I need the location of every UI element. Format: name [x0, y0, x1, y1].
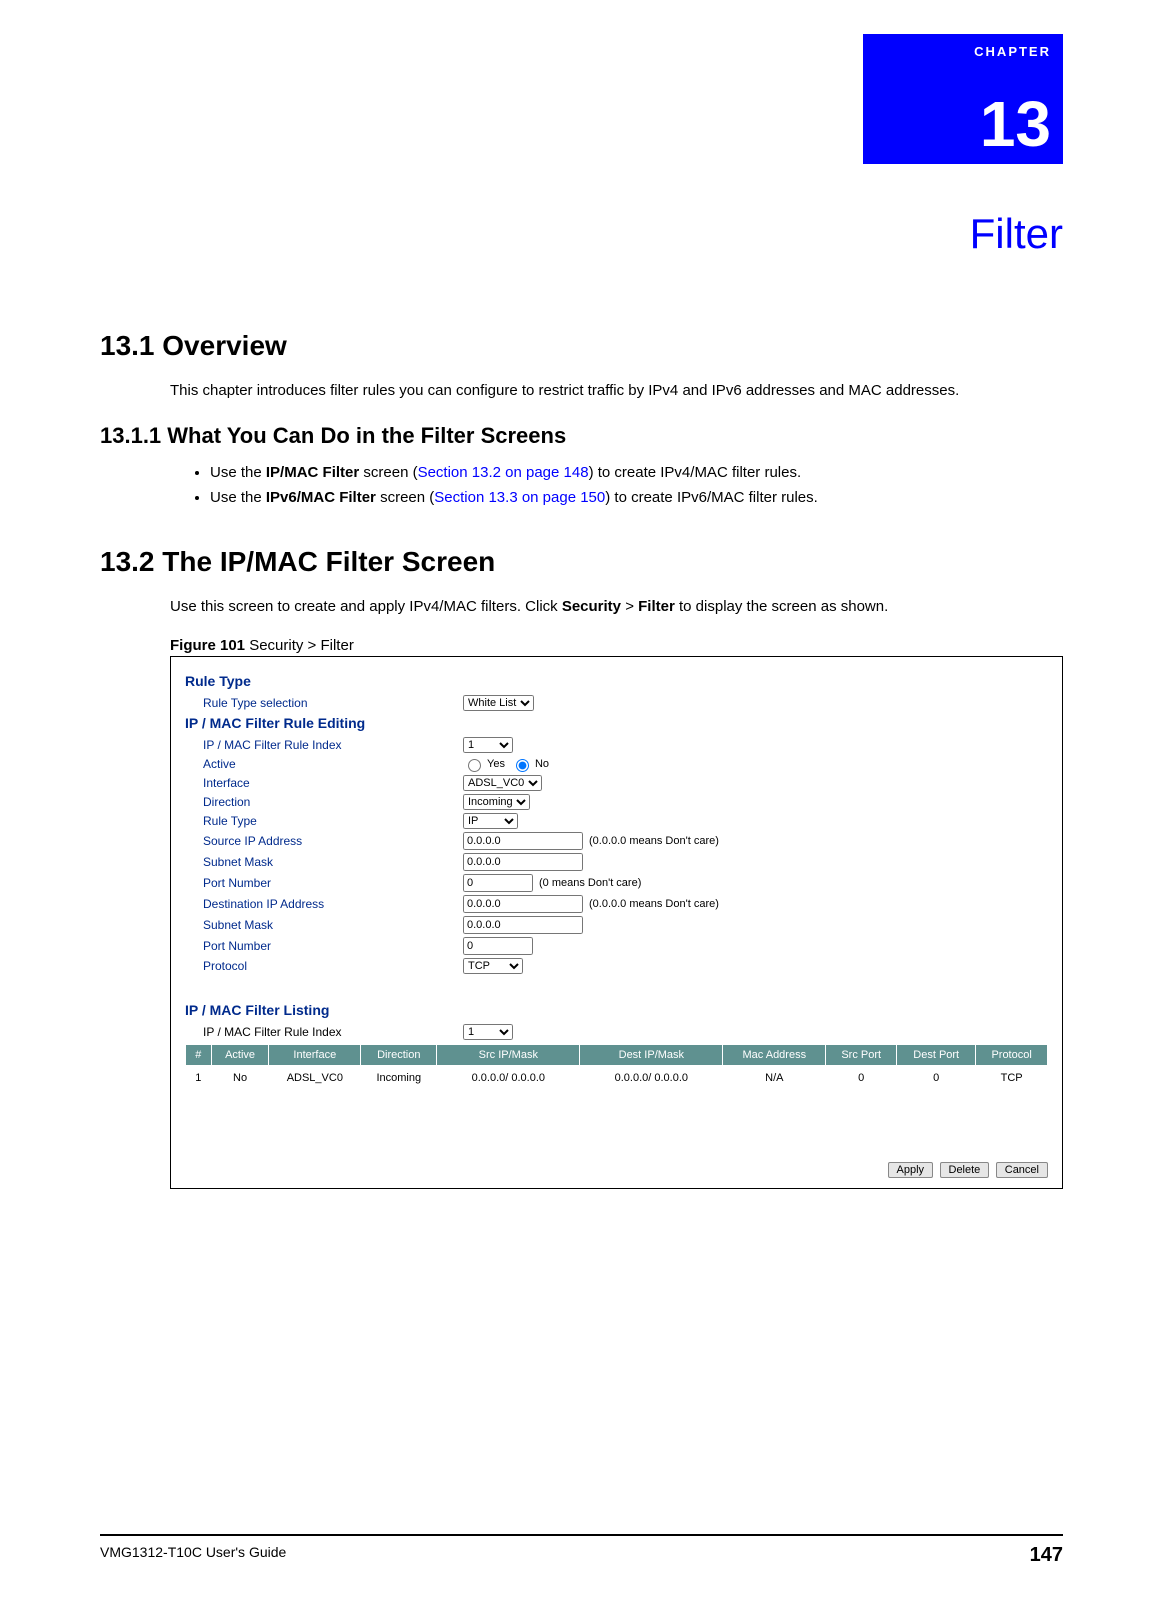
subnet2-input[interactable] [463, 916, 583, 934]
port2-input[interactable] [463, 937, 533, 955]
col-protocol: Protocol [976, 1045, 1048, 1066]
listing-section-header: IP / MAC Filter Listing [185, 1002, 1048, 1018]
col-dest-port: Dest Port [897, 1045, 976, 1066]
port1-hint: (0 means Don't care) [539, 877, 641, 889]
table-row: 1 No ADSL_VC0 Incoming 0.0.0.0/ 0.0.0.0 … [186, 1066, 1048, 1091]
col-mac: Mac Address [723, 1045, 826, 1066]
bullet-list: Use the IP/MAC Filter screen (Section 13… [170, 464, 1063, 506]
section-13.1-heading: 13.1 Overview [100, 330, 1063, 362]
col-src-port: Src Port [826, 1045, 897, 1066]
rule-type-label: Rule Type [185, 814, 463, 828]
dst-ip-label: Destination IP Address [185, 897, 463, 911]
table-header-row: # Active Interface Direction Src IP/Mask… [186, 1045, 1048, 1066]
rule-type-section-header: Rule Type [185, 673, 1048, 689]
subnet1-label: Subnet Mask [185, 855, 463, 869]
chapter-number: 13 [980, 92, 1051, 156]
direction-dropdown[interactable]: Incoming [463, 794, 530, 810]
dst-ip-input[interactable] [463, 895, 583, 913]
active-no-radio[interactable] [516, 759, 529, 772]
col-num: # [186, 1045, 212, 1066]
active-label: Active [185, 757, 463, 771]
button-row: Apply Delete Cancel [185, 1160, 1048, 1178]
protocol-dropdown[interactable]: TCP [463, 958, 523, 974]
listing-index-dropdown[interactable]: 1 [463, 1024, 513, 1040]
rule-type-dropdown[interactable]: IP [463, 813, 518, 829]
page-content: 13.1 Overview This chapter introduces fi… [100, 330, 1063, 1189]
subnet2-label: Subnet Mask [185, 918, 463, 932]
apply-button[interactable]: Apply [888, 1162, 934, 1178]
delete-button[interactable]: Delete [940, 1162, 990, 1178]
figure-101-caption: Figure 101 Security > Filter [170, 637, 1063, 654]
subnet1-input[interactable] [463, 853, 583, 871]
chapter-label: CHAPTER [974, 44, 1051, 59]
bullet-1: Use the IP/MAC Filter screen (Section 13… [210, 464, 1063, 481]
bullet-2: Use the IPv6/MAC Filter screen (Section … [210, 489, 1063, 506]
section-13.1.1-heading: 13.1.1 What You Can Do in the Filter Scr… [100, 423, 1063, 449]
footer-guide-name: VMG1312-T10C User's Guide [100, 1544, 286, 1567]
section-13.1-p1: This chapter introduces filter rules you… [170, 380, 1063, 401]
filter-screen-figure: Rule Type Rule Type selection White List… [170, 656, 1063, 1189]
manual-page: CHAPTER 13 Filter 13.1 Overview This cha… [0, 0, 1163, 1597]
section-13.2-p1: Use this screen to create and apply IPv4… [170, 596, 1063, 617]
active-yes-radio[interactable] [468, 759, 481, 772]
link-section-13.3[interactable]: Section 13.3 on page 150 [434, 489, 605, 506]
chapter-title: Filter [970, 210, 1063, 258]
port1-label: Port Number [185, 876, 463, 890]
dst-ip-hint: (0.0.0.0 means Don't care) [589, 898, 719, 910]
link-section-13.2[interactable]: Section 13.2 on page 148 [418, 464, 589, 481]
protocol-label: Protocol [185, 959, 463, 973]
rule-index-dropdown[interactable]: 1 [463, 737, 513, 753]
cancel-button[interactable]: Cancel [996, 1162, 1048, 1178]
editing-section-header: IP / MAC Filter Rule Editing [185, 715, 1048, 731]
col-active: Active [211, 1045, 269, 1066]
port1-input[interactable] [463, 874, 533, 892]
listing-index-label: IP / MAC Filter Rule Index [185, 1025, 463, 1039]
rule-index-label: IP / MAC Filter Rule Index [185, 738, 463, 752]
section-13.2-heading: 13.2 The IP/MAC Filter Screen [100, 546, 1063, 578]
direction-label: Direction [185, 795, 463, 809]
src-ip-input[interactable] [463, 832, 583, 850]
rule-type-selection-dropdown[interactable]: White List [463, 695, 534, 711]
col-direction: Direction [361, 1045, 437, 1066]
filter-listing-table: # Active Interface Direction Src IP/Mask… [185, 1044, 1048, 1090]
port2-label: Port Number [185, 939, 463, 953]
col-interface: Interface [269, 1045, 361, 1066]
footer-page-number: 147 [1030, 1544, 1063, 1567]
rule-type-selection-label: Rule Type selection [185, 696, 463, 710]
src-ip-hint: (0.0.0.0 means Don't care) [589, 835, 719, 847]
page-footer: VMG1312-T10C User's Guide 147 [100, 1534, 1063, 1567]
col-dest-ip: Dest IP/Mask [580, 1045, 723, 1066]
interface-label: Interface [185, 776, 463, 790]
col-src-ip: Src IP/Mask [437, 1045, 580, 1066]
interface-dropdown[interactable]: ADSL_VC0 [463, 775, 542, 791]
chapter-badge: CHAPTER 13 [863, 34, 1063, 164]
src-ip-label: Source IP Address [185, 834, 463, 848]
